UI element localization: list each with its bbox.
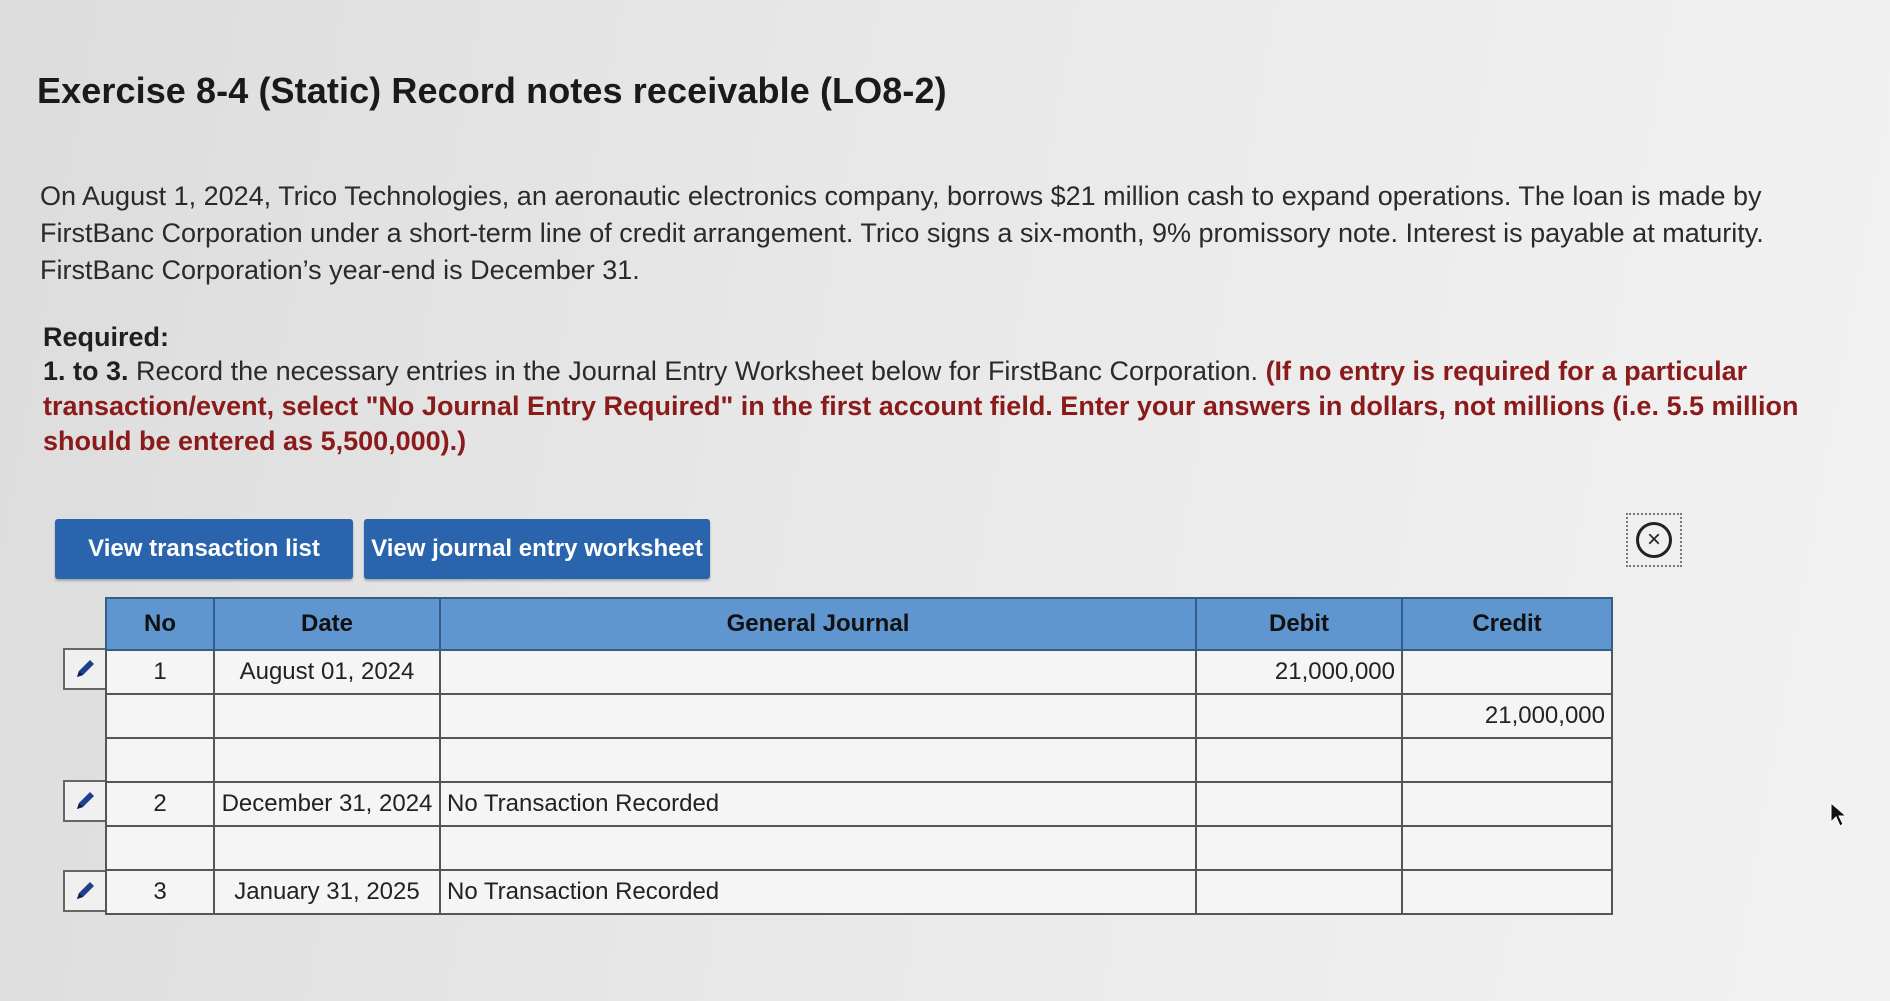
- table-header-row: No Date General Journal Debit Credit: [105, 597, 1613, 651]
- entry-number: [105, 737, 215, 783]
- table-row: 2 December 31, 2024 No Transaction Recor…: [105, 781, 1613, 827]
- close-button[interactable]: ×: [1626, 513, 1682, 567]
- problem-description: On August 1, 2024, Trico Technologies, a…: [40, 181, 1764, 285]
- table-row: [105, 737, 1613, 783]
- entry-number: 1: [105, 649, 215, 695]
- credit-cell: [1401, 869, 1613, 915]
- instruction-text: Record the necessary entries in the Jour…: [128, 356, 1266, 386]
- credit-cell: 21,000,000: [1401, 693, 1613, 739]
- edit-entry-1-button[interactable]: [63, 648, 105, 690]
- column-header-debit: Debit: [1195, 597, 1403, 651]
- column-header-credit: Credit: [1401, 597, 1613, 651]
- debit-cell: [1195, 781, 1403, 827]
- table-row: 3 January 31, 2025 No Transaction Record…: [105, 869, 1613, 915]
- pencil-icon: [77, 660, 94, 677]
- column-header-no: No: [105, 597, 215, 651]
- entry-number: [105, 825, 215, 871]
- debit-cell: [1195, 869, 1403, 915]
- credit-cell: [1401, 781, 1613, 827]
- account-cell: [439, 693, 1197, 739]
- view-transaction-list-button[interactable]: View transaction list: [55, 519, 353, 579]
- edit-entry-3-button[interactable]: [63, 870, 105, 912]
- general-journal-table: No Date General Journal Debit Credit 1 A…: [105, 597, 1613, 915]
- credit-cell: [1401, 825, 1613, 871]
- column-header-general-journal: General Journal: [439, 597, 1197, 651]
- account-cell: No Transaction Recorded: [439, 869, 1197, 915]
- entry-number: 3: [105, 869, 215, 915]
- close-circle-icon: ×: [1636, 522, 1672, 558]
- mouse-cursor-icon: [1830, 802, 1848, 827]
- table-row: 21,000,000: [105, 693, 1613, 739]
- entry-date: August 01, 2024: [213, 649, 441, 695]
- column-header-date: Date: [213, 597, 441, 651]
- account-cell: [439, 737, 1197, 783]
- pencil-icon: [77, 792, 94, 809]
- debit-cell: [1195, 693, 1403, 739]
- entry-date: [213, 737, 441, 783]
- debit-cell: [1195, 825, 1403, 871]
- entry-date: [213, 825, 441, 871]
- entry-number: [105, 693, 215, 739]
- account-cell: [439, 649, 1197, 695]
- instruction-number: 1. to 3.: [43, 356, 129, 386]
- required-heading: Required:: [43, 322, 170, 352]
- credit-cell: [1401, 737, 1613, 783]
- table-row: 1 August 01, 2024 21,000,000: [105, 649, 1613, 695]
- debit-cell: [1195, 737, 1403, 783]
- account-cell: No Transaction Recorded: [439, 781, 1197, 827]
- instructions: 1. to 3. Record the necessary entries in…: [43, 354, 1823, 459]
- view-journal-entry-worksheet-button[interactable]: View journal entry worksheet: [364, 519, 710, 579]
- pencil-icon: [77, 882, 94, 899]
- table-row: [105, 825, 1613, 871]
- entry-date: January 31, 2025: [213, 869, 441, 915]
- credit-cell: [1401, 649, 1613, 695]
- debit-cell: 21,000,000: [1195, 649, 1403, 695]
- edit-entry-2-button[interactable]: [63, 780, 105, 822]
- entry-number: 2: [105, 781, 215, 827]
- account-cell: [439, 825, 1197, 871]
- entry-date: [213, 693, 441, 739]
- entry-date: December 31, 2024: [213, 781, 441, 827]
- page-title: Exercise 8-4 (Static) Record notes recei…: [37, 70, 947, 111]
